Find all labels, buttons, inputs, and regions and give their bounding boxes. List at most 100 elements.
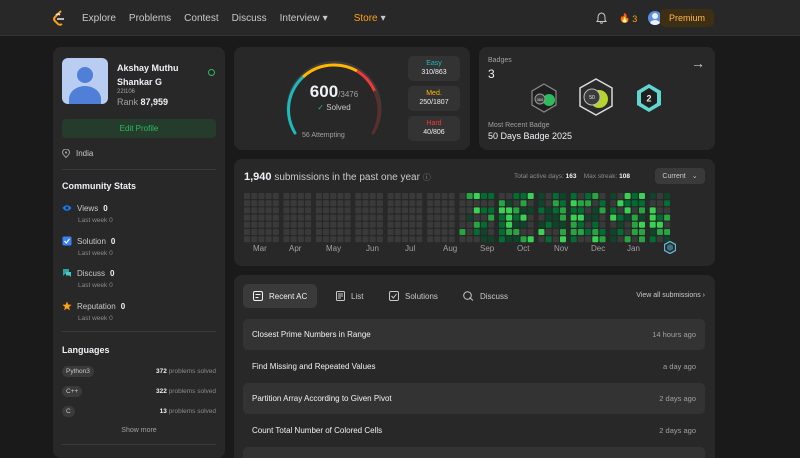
heatmap-cell[interactable] xyxy=(592,229,599,235)
heatmap-cell[interactable] xyxy=(520,214,527,221)
heatmap-cell[interactable] xyxy=(448,207,455,214)
heatmap-cell[interactable] xyxy=(585,207,592,214)
heatmap-cell[interactable] xyxy=(459,214,466,221)
heatmap-cell[interactable] xyxy=(272,214,279,221)
heatmap-cell[interactable] xyxy=(527,193,534,199)
heatmap-cell[interactable] xyxy=(387,221,394,228)
heatmap-cell[interactable] xyxy=(297,207,304,214)
heatmap-cell[interactable] xyxy=(394,193,401,199)
heatmap-cell[interactable] xyxy=(570,200,577,207)
heatmap-cell[interactable] xyxy=(283,200,290,207)
heatmap-cell[interactable] xyxy=(297,236,304,243)
heatmap-cell[interactable] xyxy=(355,207,362,214)
heatmap-cell[interactable] xyxy=(330,229,337,235)
heatmap-cell[interactable] xyxy=(297,221,304,228)
tab-recent-ac[interactable]: Recent AC xyxy=(243,284,318,308)
heatmap-cell[interactable] xyxy=(459,221,466,228)
tab-solutions[interactable]: Solutions xyxy=(379,284,448,308)
show-more-button[interactable]: Show more xyxy=(53,427,225,434)
heatmap-cell[interactable] xyxy=(577,200,584,207)
heatmap-cell[interactable] xyxy=(639,193,645,199)
heatmap-cell[interactable] xyxy=(323,229,329,235)
heatmap-cell[interactable] xyxy=(416,221,423,228)
heatmap-cell[interactable] xyxy=(283,236,290,243)
heatmap-cell[interactable] xyxy=(337,229,344,235)
heatmap-cell[interactable] xyxy=(244,221,250,228)
heatmap-cell[interactable] xyxy=(344,229,351,235)
heatmap-cell[interactable] xyxy=(488,200,495,207)
heatmap-cell[interactable] xyxy=(592,200,599,207)
heatmap-cell[interactable] xyxy=(473,221,480,228)
heatmap-cell[interactable] xyxy=(631,229,638,235)
heatmap-cell[interactable] xyxy=(297,229,304,235)
heatmap-cell[interactable] xyxy=(488,221,495,228)
heatmap-cell[interactable] xyxy=(631,207,638,214)
tab-discuss[interactable]: Discuss xyxy=(453,284,518,308)
heatmap-cell[interactable] xyxy=(416,236,423,243)
heatmap-cell[interactable] xyxy=(272,200,279,207)
heatmap-cell[interactable] xyxy=(560,221,566,228)
heatmap-cell[interactable] xyxy=(344,200,351,207)
heatmap-cell[interactable] xyxy=(394,229,401,235)
heatmap-cell[interactable] xyxy=(617,207,624,214)
heatmap-cell[interactable] xyxy=(592,214,599,221)
heatmap-cell[interactable] xyxy=(448,229,455,235)
heatmap-cell[interactable] xyxy=(387,193,394,199)
heatmap-cell[interactable] xyxy=(599,200,606,207)
heatmap-cell[interactable] xyxy=(610,200,617,207)
heatmap-cell[interactable] xyxy=(498,207,505,214)
heatmap-cell[interactable] xyxy=(283,207,290,214)
heatmap-cell[interactable] xyxy=(337,214,344,221)
heatmap-cell[interactable] xyxy=(506,221,513,228)
heatmap-cell[interactable] xyxy=(416,193,423,199)
heatmap-cell[interactable] xyxy=(448,236,455,243)
heatmap-cell[interactable] xyxy=(434,229,441,235)
heatmap-cell[interactable] xyxy=(545,236,552,243)
heatmap-cell[interactable] xyxy=(570,193,577,199)
heatmap-cell[interactable] xyxy=(376,193,383,199)
heatmap-cell[interactable] xyxy=(427,214,434,221)
heatmap-cell[interactable] xyxy=(538,229,545,235)
heatmap-cell[interactable] xyxy=(649,221,656,228)
submission-title[interactable]: Count Total Number of Colored Cells xyxy=(252,426,382,435)
heatmap-cell[interactable] xyxy=(664,193,671,199)
heatmap-cell[interactable] xyxy=(513,229,520,235)
heatmap-cell[interactable] xyxy=(481,214,487,221)
heatmap-cell[interactable] xyxy=(441,221,448,228)
heatmap-cell[interactable] xyxy=(592,221,599,228)
heatmap-cell[interactable] xyxy=(506,229,513,235)
heatmap-cell[interactable] xyxy=(617,229,624,235)
heatmap-cell[interactable] xyxy=(459,207,466,214)
heatmap-cell[interactable] xyxy=(506,193,513,199)
submission-row[interactable]: Closest Prime Numbers in Range 14 hours … xyxy=(243,319,705,350)
heatmap-cell[interactable] xyxy=(409,214,416,221)
heatmap-cell[interactable] xyxy=(394,200,401,207)
heatmap-cell[interactable] xyxy=(297,214,304,221)
heatmap-cell[interactable] xyxy=(323,214,329,221)
heatmap-cell[interactable] xyxy=(585,221,592,228)
heatmap-cell[interactable] xyxy=(330,200,337,207)
heatmap-cell[interactable] xyxy=(362,229,369,235)
heatmap-cell[interactable] xyxy=(506,236,513,243)
heatmap-cell[interactable] xyxy=(552,221,559,228)
heatmap-cell[interactable] xyxy=(610,193,617,199)
medium-stat[interactable]: Med. 250/1807 xyxy=(408,86,460,111)
heatmap-cell[interactable] xyxy=(315,229,322,235)
heatmap-cell[interactable] xyxy=(599,214,606,221)
heatmap-cell[interactable] xyxy=(610,207,617,214)
heatmap-cell[interactable] xyxy=(592,193,599,199)
heatmap-cell[interactable] xyxy=(513,214,520,221)
heatmap-cell[interactable] xyxy=(265,200,272,207)
heatmap-cell[interactable] xyxy=(265,214,272,221)
heatmap-cell[interactable] xyxy=(376,229,383,235)
heatmap-cell[interactable] xyxy=(409,193,416,199)
heatmap-cell[interactable] xyxy=(545,193,552,199)
heatmap-cell[interactable] xyxy=(362,236,369,243)
heatmap-cell[interactable] xyxy=(631,200,638,207)
heatmap-cell[interactable] xyxy=(664,214,671,221)
heatmap-cell[interactable] xyxy=(323,200,329,207)
heatmap-cell[interactable] xyxy=(441,236,448,243)
heatmap-cell[interactable] xyxy=(520,221,527,228)
heatmap-cell[interactable] xyxy=(599,193,606,199)
heatmap-cell[interactable] xyxy=(506,200,513,207)
